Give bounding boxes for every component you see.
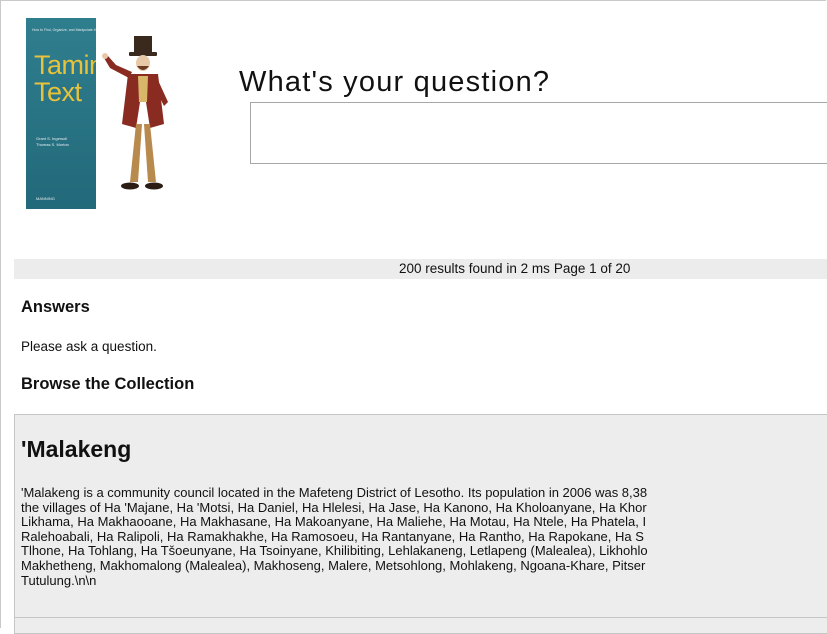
document-title[interactable]: 'Malakeng [21, 436, 131, 463]
cover-title-line2: Text [34, 77, 82, 107]
document-divider [14, 617, 827, 618]
cover-author-1: Grant S. Ingersoll [36, 136, 68, 141]
cover-author-2: Thomas S. Morton [36, 142, 69, 147]
document-line: Ralehoabali, Ha Ralipoli, Ha Ramakhakhe,… [21, 529, 644, 544]
results-summary: 200 results found in 2 ms Page 1 of 20 [399, 261, 630, 276]
document-body: 'Malakeng is a community council located… [21, 486, 827, 588]
answers-message: Please ask a question. [21, 339, 157, 354]
document-line: Tlhone, Ha Tohlang, Ha Tšoeunyane, Ha Ts… [21, 544, 648, 559]
document-line: Makhetheng, Makhomalong (Malealea), Makh… [21, 558, 646, 573]
question-heading: What's your question? [239, 66, 551, 98]
gentleman-illustration-icon [102, 36, 168, 190]
document-line: the villages of Ha 'Majane, Ha 'Motsi, H… [21, 500, 647, 515]
cover-title: Taming Text [34, 52, 96, 106]
cover-tagline: How to Find, Organize, and Manipulate It [32, 28, 96, 32]
page-info: Page 1 of 20 [553, 261, 631, 276]
cover-title-line1: Taming [34, 50, 96, 80]
browse-heading: Browse the Collection [21, 375, 195, 393]
document-line: Tutulung.\n\n [21, 573, 97, 588]
results-count: 200 results found in 2 ms [399, 261, 550, 276]
cover-publisher: MANNING [36, 196, 55, 201]
cover-authors: Grant S. Ingersoll Thomas S. Morton [36, 136, 69, 148]
document-line: Likhama, Ha Makhaooane, Ha Makhasane, Ha… [21, 515, 647, 530]
answers-heading: Answers [21, 298, 90, 316]
question-input[interactable] [250, 102, 827, 164]
book-cover: How to Find, Organize, and Manipulate It… [26, 18, 96, 209]
document-line: 'Malakeng is a community council located… [21, 486, 648, 500]
